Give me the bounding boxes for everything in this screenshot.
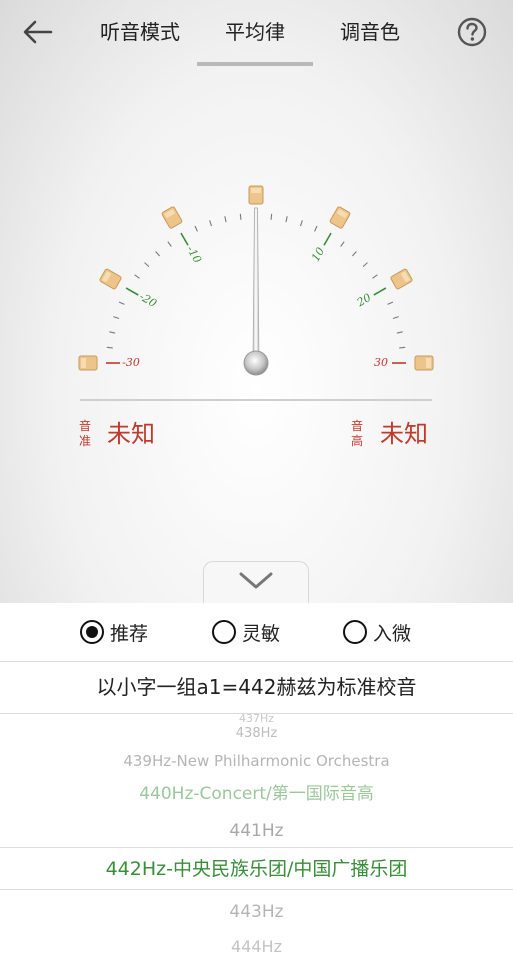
radio-unchecked-icon [343,620,367,644]
gauge-tick [106,346,113,349]
mode-sensitive-label: 灵敏 [242,622,281,645]
tuner-gauge: -30 -20 -10 10 20 30 [78,185,434,376]
gauge-tick [396,331,403,334]
top-bar: 听音模式 平均律 调音色 [0,0,513,68]
gauge-scale-label: 20 [354,291,373,310]
gauge-tick [362,262,368,268]
needle-hub [243,350,269,376]
tuner-needle [243,207,269,376]
picker-selection-top [0,847,513,848]
gauge-tick [239,213,242,220]
tuning-standard-text: 以小字一组a1=442赫兹为标准校音 [0,662,513,714]
radio-checked-icon [80,620,104,644]
gauge-tick [372,274,378,279]
frequency-option[interactable]: 443Hz [0,898,513,926]
tab-listen-mode[interactable]: 听音模式 [88,16,192,50]
needle-shaft [252,207,260,364]
gauge-tick [285,216,288,223]
gauge-tick [299,220,303,227]
radio-unchecked-icon [212,620,236,644]
gauge-peg [414,355,434,371]
gauge-peg [248,185,264,205]
gauge-scale-label: 30 [374,356,388,369]
frequency-option[interactable]: 439Hz-New Philharmonic Orchestra [0,749,513,773]
gauge-tick [180,232,189,246]
settings-panel: 推荐 灵敏 入微 以小字一组a1=442赫兹为标准校音 437Hz 438Hz … [0,603,513,971]
chevron-down-icon [239,572,273,589]
gauge-tick [155,251,161,257]
sensitivity-options: 推荐 灵敏 入微 [0,603,513,662]
pitch-accuracy-label: 音准 [78,419,91,448]
gauge-tick [323,232,332,246]
gauge-scale-label: -20 [137,290,159,310]
frequency-option[interactable]: 441Hz [0,817,513,845]
gauge-tick [314,225,318,232]
gauge-tick [399,346,406,349]
back-arrow-icon[interactable] [20,14,56,50]
expand-panel-button[interactable] [203,561,309,604]
frequency-option-selected[interactable]: 442Hz-中央民族乐团/中国广播乐团 [0,854,513,884]
gauge-tick [392,316,399,320]
frequency-option[interactable]: 438Hz [0,724,513,744]
frequency-option[interactable]: 444Hz [0,934,513,960]
help-icon[interactable] [456,16,488,48]
pitch-height-label: 音高 [350,419,363,448]
gauge-tick [144,262,150,268]
gauge-peg [329,206,351,229]
pitch-height-value: 未知 [380,420,428,448]
gauge-tick [134,274,140,279]
gauge-tick [167,241,172,247]
gauge-tick [194,225,198,232]
gauge-peg [390,268,413,290]
frequency-option[interactable]: 440Hz-Concert/第一国际音高 [0,780,513,808]
gauge-tick [270,213,273,220]
mode-precise-label: 入微 [373,622,412,645]
gauge-scale-label: 10 [309,245,327,264]
pitch-accuracy-value: 未知 [107,420,155,448]
gauge-tick [125,287,139,296]
gauge-peg [99,268,122,290]
gauge-tick [109,331,116,334]
mode-recommended-radio[interactable]: 推荐 [80,617,148,647]
gauge-tick [113,316,120,320]
mode-sensitive-radio[interactable]: 灵敏 [212,617,280,647]
gauge-tick [209,220,213,227]
mode-recommended-label: 推荐 [110,622,149,645]
gauge-tick [351,251,357,257]
tab-tone-color[interactable]: 调音色 [322,16,418,50]
frequency-picker[interactable]: 437Hz 438Hz 439Hz-New Philharmonic Orche… [0,714,513,971]
gauge-tick [340,241,345,247]
tab-equal-temperament[interactable]: 平均律 [205,16,305,50]
gauge-tick [224,216,227,223]
frequency-option[interactable]: 437Hz [0,714,513,724]
gauge-baseline [80,399,432,401]
gauge-scale-label: -10 [184,244,204,266]
active-tab-indicator [197,62,313,66]
picker-selection-bottom [0,889,513,890]
gauge-peg [161,206,183,229]
gauge-scale-label: -30 [122,356,140,369]
gauge-tick [387,301,394,305]
gauge-peg [78,355,98,371]
gauge-tick [118,301,125,305]
gauge-tick [373,287,387,296]
mode-precise-radio[interactable]: 入微 [343,617,411,647]
